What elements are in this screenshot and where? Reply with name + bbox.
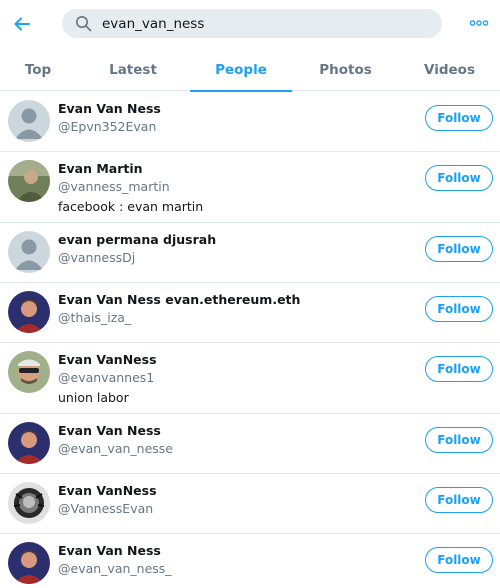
follow-button[interactable]: Follow bbox=[425, 487, 493, 513]
user-name[interactable]: Evan Van Ness bbox=[58, 101, 161, 116]
avatar[interactable] bbox=[8, 351, 50, 393]
user-handle: @VannessEvan bbox=[58, 501, 154, 516]
follow-button[interactable]: Follow bbox=[425, 165, 493, 191]
follow-button[interactable]: Follow bbox=[425, 296, 493, 322]
list-item[interactable]: Evan Van Ness evan.ethereum.eth @thais_i… bbox=[0, 283, 500, 343]
user-bio: union labor bbox=[58, 390, 129, 405]
more-options-button[interactable] bbox=[467, 14, 491, 32]
list-item[interactable]: Evan Martin @vanness_martin facebook : e… bbox=[0, 152, 500, 223]
tab-top[interactable]: Top bbox=[0, 48, 76, 91]
top-bar bbox=[0, 0, 500, 47]
user-bio: facebook : evan martin bbox=[58, 199, 204, 214]
list-item[interactable]: evan permana djusrah @vannessDj Follow bbox=[0, 223, 500, 283]
follow-button[interactable]: Follow bbox=[425, 547, 493, 573]
people-list: Evan Van Ness @Epvn352Evan Follow Evan M… bbox=[0, 92, 500, 588]
user-name[interactable]: evan permana djusrah bbox=[58, 232, 216, 247]
user-handle: @thais_iza_ bbox=[58, 310, 132, 325]
arrow-left-icon bbox=[14, 17, 30, 31]
search-input[interactable] bbox=[102, 9, 432, 38]
list-item[interactable]: Evan VanNess @VannessEvan Follow bbox=[0, 474, 500, 534]
user-handle: @vannessDj bbox=[58, 250, 136, 265]
user-handle: @evan_van_ness_ bbox=[58, 561, 172, 576]
avatar[interactable] bbox=[8, 422, 50, 464]
search-bar[interactable] bbox=[62, 9, 442, 38]
user-name[interactable]: Evan Martin bbox=[58, 161, 143, 176]
user-handle: @evanvannes1 bbox=[58, 370, 155, 385]
tab-photos[interactable]: Photos bbox=[292, 48, 399, 91]
user-name[interactable]: Evan VanNess bbox=[58, 483, 157, 498]
follow-button[interactable]: Follow bbox=[425, 356, 493, 382]
list-item[interactable]: Evan Van Ness @evan_van_ness_ Follow bbox=[0, 534, 500, 588]
follow-button[interactable]: Follow bbox=[425, 105, 493, 131]
follow-button[interactable]: Follow bbox=[425, 236, 493, 262]
follow-button[interactable]: Follow bbox=[425, 427, 493, 453]
avatar[interactable] bbox=[8, 482, 50, 524]
user-name[interactable]: Evan VanNess bbox=[58, 352, 157, 367]
search-icon bbox=[76, 16, 92, 32]
tab-videos[interactable]: Videos bbox=[399, 48, 500, 91]
user-handle: @Epvn352Evan bbox=[58, 119, 157, 134]
list-item[interactable]: Evan VanNess @evanvannes1 union labor Fo… bbox=[0, 343, 500, 414]
avatar[interactable] bbox=[8, 231, 50, 273]
back-button[interactable] bbox=[10, 12, 34, 36]
search-tabs: Top Latest People Photos Videos bbox=[0, 48, 500, 92]
user-handle: @evan_van_nesse bbox=[58, 441, 173, 456]
avatar[interactable] bbox=[8, 160, 50, 202]
avatar[interactable] bbox=[8, 291, 50, 333]
avatar[interactable] bbox=[8, 542, 50, 584]
user-name[interactable]: Evan Van Ness bbox=[58, 423, 161, 438]
more-dots-icon bbox=[469, 20, 489, 26]
tab-people[interactable]: People bbox=[190, 48, 292, 92]
list-item[interactable]: Evan Van Ness @Epvn352Evan Follow bbox=[0, 92, 500, 152]
list-item[interactable]: Evan Van Ness @evan_van_nesse Follow bbox=[0, 414, 500, 474]
user-name[interactable]: Evan Van Ness bbox=[58, 543, 161, 558]
user-name[interactable]: Evan Van Ness evan.ethereum.eth bbox=[58, 292, 300, 307]
tab-latest[interactable]: Latest bbox=[76, 48, 190, 91]
user-handle: @vanness_martin bbox=[58, 179, 170, 194]
avatar[interactable] bbox=[8, 100, 50, 142]
